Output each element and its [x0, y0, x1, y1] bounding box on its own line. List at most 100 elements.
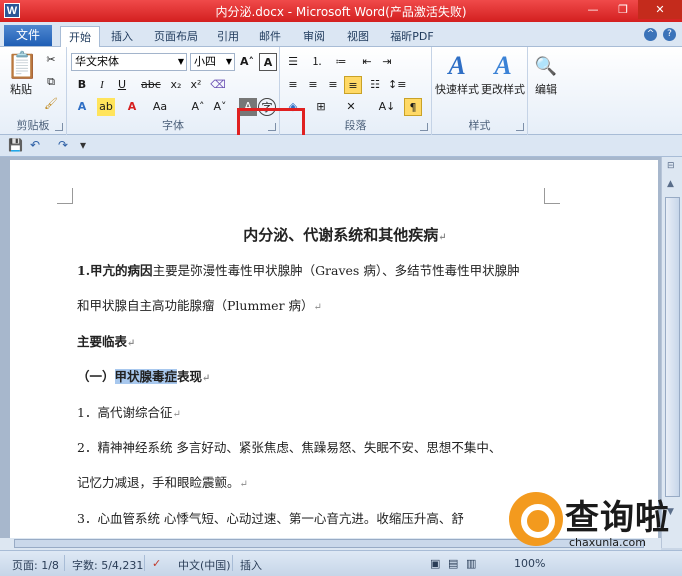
styles-dialog-launcher[interactable]	[516, 123, 524, 131]
document-title-text: 内分泌、代谢系统和其他疾病	[243, 226, 439, 244]
character-border-icon[interactable]: A	[259, 53, 277, 71]
para1-bold-text: 1.甲亢的病因	[77, 263, 153, 278]
change-styles-icon: A	[494, 51, 512, 80]
minimize-button[interactable]: —	[578, 0, 608, 19]
decrease-indent-icon[interactable]: ⇤	[358, 53, 376, 71]
change-styles-label: 更改样式	[481, 83, 525, 96]
tab-home[interactable]: 开始	[60, 26, 100, 47]
paragraph-mark: ↵	[127, 338, 136, 349]
tab-foxit-pdf[interactable]: 福昕PDF	[384, 26, 440, 47]
font-name-combo[interactable]: 华文宋体 ▼	[71, 53, 187, 71]
bold-icon[interactable]: B	[73, 76, 91, 94]
list-item-1-text: 1．高代谢综合征	[77, 405, 173, 420]
paste-button[interactable]: 📋 粘贴	[6, 51, 38, 97]
numbering-icon[interactable]: ⒈	[308, 53, 326, 71]
heading-sub: （一）甲状腺毒症表现↵	[77, 366, 210, 385]
redo-icon[interactable]: ↷	[58, 138, 68, 152]
proofing-icon[interactable]: ✓	[152, 557, 161, 570]
superscript-icon[interactable]: x²	[187, 76, 205, 94]
distributed-icon[interactable]: ☷	[366, 76, 384, 94]
grow-font-icon[interactable]: A˄	[238, 53, 256, 71]
strikethrough-icon[interactable]: abc	[141, 76, 161, 94]
language-indicator[interactable]: 中文(中国)	[178, 557, 231, 573]
close-button[interactable]: ✕	[638, 0, 682, 19]
font-name-value: 华文宋体	[75, 55, 119, 68]
sort-icon[interactable]: A↓	[378, 98, 396, 116]
editing-group: 🔍 编辑	[528, 47, 564, 135]
editing-label: 编辑	[535, 83, 557, 96]
font-size-combo[interactable]: 小四 ▼	[190, 53, 235, 71]
ribbon: 📋 粘贴 ✂ ⧉ 🖌 剪贴板 华文宋体 ▼ 小四 ▼ A˄ A B I U ab…	[0, 47, 682, 135]
copy-icon[interactable]: ⧉	[42, 73, 60, 91]
zoom-level[interactable]: 100%	[514, 557, 545, 570]
customize-toolbar-icon[interactable]: ▾	[80, 138, 86, 152]
help-icon[interactable]: ?	[663, 28, 676, 41]
maximize-button[interactable]: ❐	[608, 0, 638, 19]
quick-styles-label: 快速样式	[435, 83, 479, 96]
undo-icon[interactable]: ↶	[30, 138, 40, 152]
cut-icon[interactable]: ✂	[42, 51, 60, 69]
tab-references[interactable]: 引用	[212, 26, 244, 47]
list-item-2-line2-text: 记忆力减退，手和眼睑震颤。	[77, 475, 240, 490]
vertical-scroll-thumb[interactable]	[665, 197, 680, 497]
clipboard-dialog-launcher[interactable]	[55, 123, 63, 131]
editing-button[interactable]: 🔍 编辑	[530, 51, 562, 97]
selected-text-highlight[interactable]: 甲状腺毒症	[114, 369, 178, 384]
line-spacing-icon[interactable]: ↕≡	[388, 76, 406, 94]
page-count[interactable]: 页面: 1/8	[12, 557, 59, 573]
multilevel-list-icon[interactable]: ≔	[332, 53, 350, 71]
highlight-color-icon[interactable]: ab	[97, 98, 115, 116]
document-title: 内分泌、代谢系统和其他疾病↵	[10, 224, 510, 245]
watermark-brand: 查询啦	[565, 498, 670, 538]
clear-formatting-icon[interactable]: ⌫	[209, 76, 227, 94]
save-icon[interactable]: 💾	[8, 138, 23, 152]
tab-insert[interactable]: 插入	[104, 26, 140, 47]
format-painter-icon[interactable]: 🖌	[42, 95, 60, 113]
justify-icon[interactable]: ≡	[344, 76, 362, 94]
watermark-url: chaxunla.com	[569, 536, 646, 549]
subscript-icon[interactable]: x₂	[167, 76, 185, 94]
para1-text: 主要是弥漫性毒性甲状腺肿（Graves 病）、多结节性毒性甲状腺肿	[152, 263, 520, 278]
align-right-icon[interactable]: ≡	[324, 76, 342, 94]
ruler-toggle-icon[interactable]: ⊟	[667, 161, 675, 171]
list-item-1: 1．高代谢综合征↵	[77, 402, 181, 421]
tab-page-layout[interactable]: 页面布局	[148, 26, 204, 47]
list-item-2-text: 2．精神神经系统 多言好动、紧张焦虑、焦躁易怒、失眠不安、思想不集中、	[77, 440, 502, 455]
bullets-icon[interactable]: ☰	[284, 53, 302, 71]
change-styles-button[interactable]: A 更改样式	[480, 51, 526, 97]
clipboard-group: 📋 粘贴 ✂ ⧉ 🖌 剪贴板	[0, 47, 67, 135]
paragraph-dialog-launcher[interactable]	[420, 123, 428, 131]
minimize-ribbon-icon[interactable]: ^	[644, 28, 657, 41]
borders-icon[interactable]: ⊞	[312, 98, 330, 116]
margin-corner-top-right	[544, 188, 560, 204]
status-divider	[232, 555, 233, 571]
tab-file[interactable]: 文件	[4, 25, 52, 46]
shrink-font-icon[interactable]: A˅	[211, 98, 229, 116]
chevron-down-icon: ▼	[177, 57, 184, 66]
status-divider	[64, 555, 65, 571]
increase-indent-icon[interactable]: ⇥	[378, 53, 396, 71]
show-marks-icon[interactable]: ¶	[404, 98, 422, 116]
tab-review[interactable]: 审阅	[298, 26, 330, 47]
word-count[interactable]: 字数: 5/4,231	[72, 557, 143, 573]
web-layout-view-icon[interactable]: ▥	[466, 557, 476, 570]
insert-mode-indicator[interactable]: 插入	[240, 557, 262, 573]
paragraph-mark: ↵	[239, 479, 248, 490]
align-left-icon[interactable]: ≡	[284, 76, 302, 94]
quick-styles-button[interactable]: A 快速样式	[434, 51, 480, 97]
full-screen-view-icon[interactable]: ▤	[448, 557, 458, 570]
tab-mailings[interactable]: 邮件	[254, 26, 286, 47]
scroll-up-icon[interactable]: ▲	[667, 179, 674, 189]
change-case-icon[interactable]: Aa	[151, 98, 169, 116]
align-center-icon[interactable]: ≡	[304, 76, 322, 94]
text-effects-icon[interactable]: A	[73, 98, 91, 116]
print-layout-view-icon[interactable]: ▣	[430, 557, 440, 570]
font-color-icon[interactable]: A	[123, 98, 141, 116]
tab-view[interactable]: 视图	[342, 26, 374, 47]
paragraph-mark: ↵	[313, 302, 322, 313]
underline-icon[interactable]: U	[113, 76, 131, 94]
italic-icon[interactable]: I	[93, 76, 111, 94]
heading-sub-prefix: （一）	[77, 369, 115, 384]
chinese-layout-icon[interactable]: ✕	[342, 98, 360, 116]
grow-font-2-icon[interactable]: A˄	[189, 98, 207, 116]
